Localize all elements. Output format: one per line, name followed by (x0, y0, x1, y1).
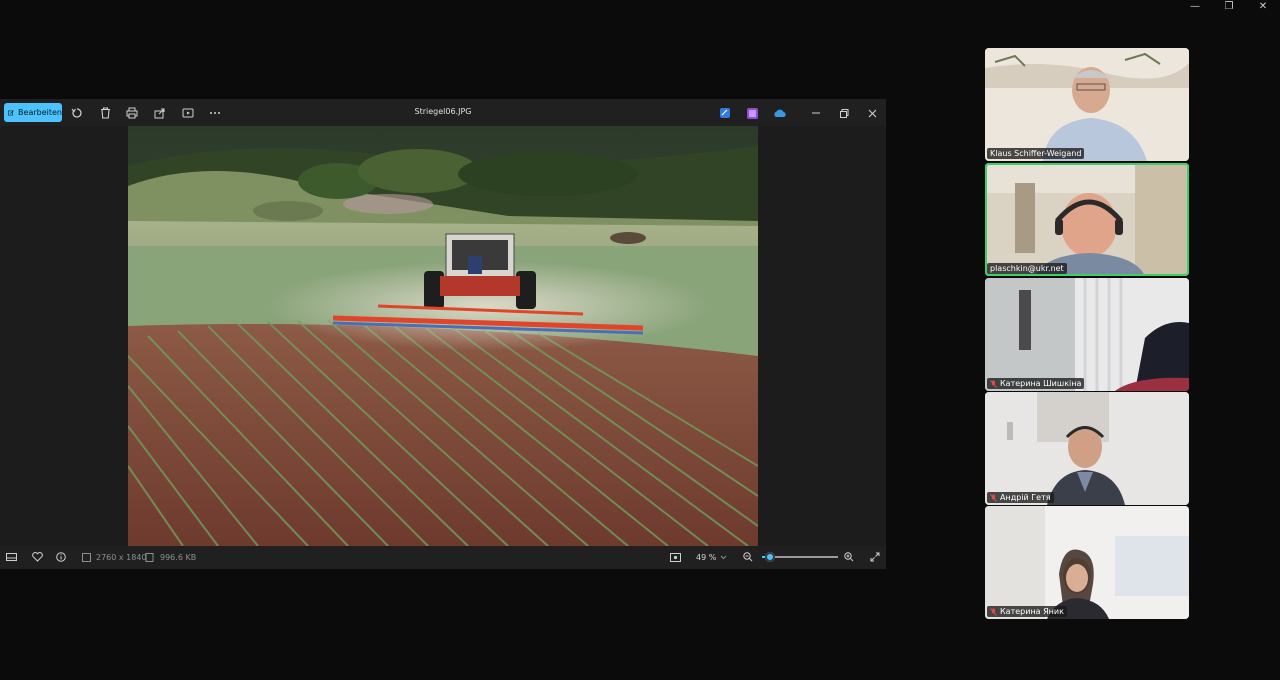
zoom-out-icon[interactable] (741, 550, 755, 564)
slideshow-icon[interactable] (180, 105, 196, 121)
viewer-maximize-icon[interactable] (836, 105, 852, 121)
mic-muted-icon (990, 493, 997, 502)
participant-tile[interactable]: Катерина Яник (985, 506, 1189, 619)
participant-video (985, 48, 1189, 161)
participant-tile[interactable]: Андрій Гетя (985, 392, 1189, 505)
participant-video (985, 506, 1189, 619)
info-icon[interactable] (54, 550, 68, 564)
participant-name-tag: Андрій Гетя (987, 492, 1054, 503)
restore-icon[interactable]: ❐ (1212, 0, 1246, 12)
participant-tile[interactable]: Klaus Schiffer-Weigand (985, 48, 1189, 161)
clipchamp-icon[interactable] (717, 105, 733, 121)
participant-tile-active-speaker[interactable]: plaschkin@ukr.net (985, 163, 1189, 276)
zoom-in-icon[interactable] (842, 550, 856, 564)
image-stage (0, 126, 886, 546)
viewer-minimize-icon[interactable] (808, 105, 824, 121)
edit-button[interactable]: Bearbeiten (4, 103, 62, 122)
zoom-slider-thumb[interactable] (765, 552, 776, 562)
viewer-close-icon[interactable] (864, 105, 880, 121)
participant-name: Андрій Гетя (1000, 493, 1051, 502)
image-dimensions: 2760 x 1840 (96, 553, 147, 562)
mic-muted-icon (990, 379, 997, 388)
edit-icon (8, 109, 14, 115)
fullscreen-icon[interactable] (868, 550, 882, 564)
participant-video (985, 163, 1189, 276)
print-icon[interactable] (124, 105, 140, 121)
fit-to-window-icon[interactable] (668, 550, 682, 564)
participant-video (985, 278, 1189, 391)
close-icon[interactable]: ✕ (1246, 0, 1280, 12)
rotate-icon[interactable] (69, 105, 85, 121)
zoom-level-select[interactable]: 49 % (696, 553, 716, 562)
minimize-icon[interactable]: — (1178, 0, 1212, 12)
more-options-icon[interactable] (207, 105, 223, 121)
mic-muted-icon (990, 607, 997, 616)
field-photo[interactable] (128, 126, 758, 546)
participant-name-tag: Klaus Schiffer-Weigand (987, 148, 1085, 159)
participant-name: Катерина Шишкіна (1000, 379, 1082, 388)
onedrive-icon[interactable] (772, 105, 788, 121)
chevron-down-icon[interactable] (716, 550, 730, 564)
viewer-toolbar: Bearbeiten Striegel06.JPG (0, 99, 886, 126)
zoom-slider[interactable] (762, 552, 838, 562)
participant-name: plaschkin@ukr.net (990, 264, 1064, 273)
participant-name: Катерина Яник (1000, 607, 1064, 616)
viewer-statusbar: 2760 x 1840 996.6 KB 49 % (0, 546, 886, 569)
participant-video (985, 392, 1189, 505)
file-size: 996.6 KB (160, 553, 197, 562)
designer-icon[interactable] (744, 105, 760, 121)
favorite-icon[interactable] (30, 550, 44, 564)
participant-name-tag: Катерина Шишкіна (987, 378, 1085, 389)
filmstrip-icon[interactable] (4, 550, 18, 564)
photo-viewer-window: Bearbeiten Striegel06.JPG 2760 x 1840 99… (0, 99, 886, 569)
image-size-icon (79, 550, 93, 564)
window-controls: — ❐ ✕ (1178, 0, 1280, 12)
participant-tile[interactable]: Катерина Шишкіна (985, 278, 1189, 391)
edit-button-label: Bearbeiten (18, 108, 62, 117)
share-icon[interactable] (152, 105, 168, 121)
delete-icon[interactable] (97, 105, 113, 121)
participant-name: Klaus Schiffer-Weigand (990, 149, 1082, 158)
participant-name-tag: plaschkin@ukr.net (987, 263, 1067, 274)
participant-name-tag: Катерина Яник (987, 606, 1067, 617)
tractor-field-image (128, 126, 758, 546)
file-size-icon (142, 550, 156, 564)
